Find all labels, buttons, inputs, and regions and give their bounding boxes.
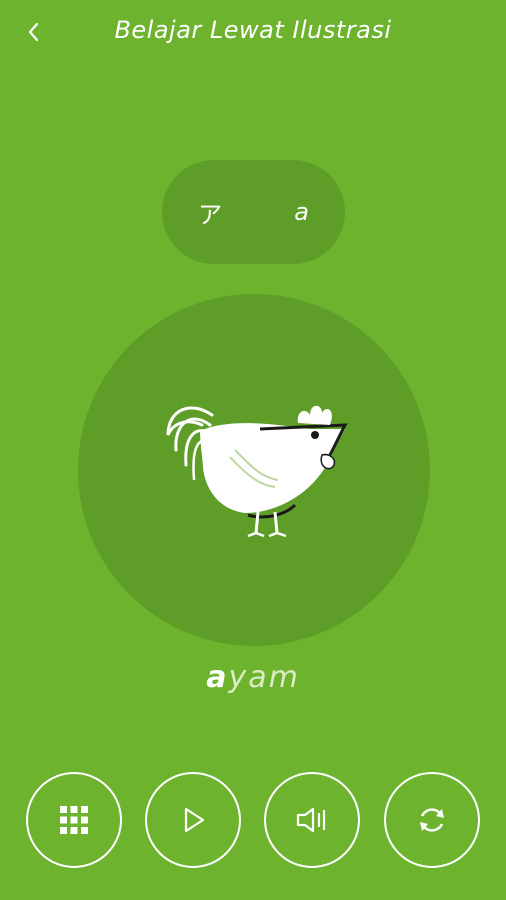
control-bar bbox=[0, 772, 506, 874]
kana-character: ア bbox=[198, 200, 223, 229]
word-highlight: a bbox=[206, 660, 229, 695]
top-bar: Belajar Lewat Ilustrasi bbox=[0, 0, 506, 64]
sound-button[interactable] bbox=[264, 772, 360, 868]
word-rest: yam bbox=[228, 660, 300, 695]
romaji-character: a bbox=[294, 198, 309, 226]
play-icon bbox=[184, 807, 205, 833]
refresh-button[interactable] bbox=[384, 772, 480, 868]
speaker-icon bbox=[296, 807, 326, 833]
character-pill: ア a bbox=[162, 160, 345, 264]
rooster-illustration bbox=[166, 405, 348, 538]
grid-button[interactable] bbox=[26, 772, 122, 868]
grid-icon bbox=[60, 806, 88, 834]
example-word: ayam bbox=[0, 660, 506, 695]
play-button[interactable] bbox=[145, 772, 241, 868]
page-title: Belajar Lewat Ilustrasi bbox=[114, 16, 392, 44]
refresh-icon bbox=[420, 808, 444, 832]
